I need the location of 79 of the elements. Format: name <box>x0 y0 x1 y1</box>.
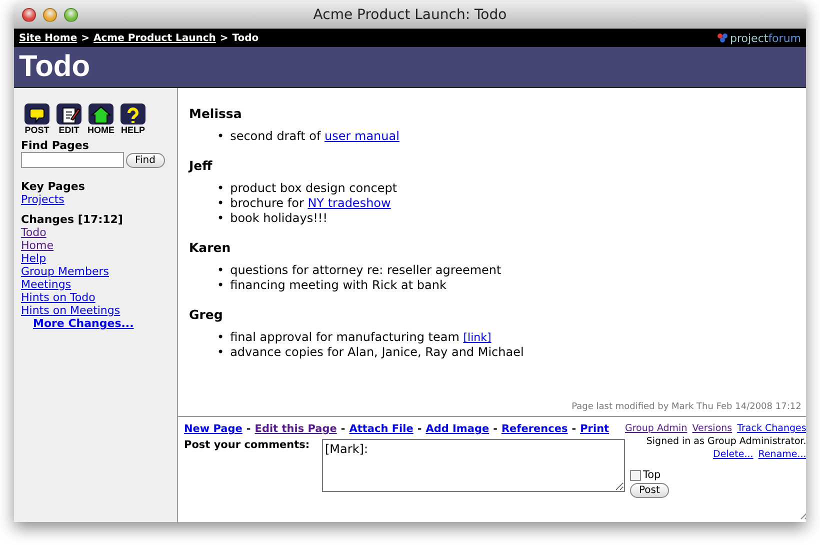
page-link[interactable]: Rename... <box>758 449 806 460</box>
separator-text: - <box>246 423 251 435</box>
link[interactable]: NY tradeshow <box>308 196 391 210</box>
breadcrumb-link[interactable]: Site Home <box>19 32 78 44</box>
person-name: Jeff <box>189 158 214 173</box>
admin-link[interactable]: Group Admin <box>625 423 688 434</box>
link[interactable]: [link] <box>463 331 492 344</box>
bullet: • <box>217 330 224 345</box>
breadcrumb-link[interactable]: Acme Product Launch <box>94 32 216 44</box>
breadcrumb-text: Todo <box>232 32 259 44</box>
bullet: • <box>217 211 224 226</box>
separator-text: - <box>340 423 346 435</box>
zoom-button[interactable] <box>64 8 78 22</box>
sidebar-link[interactable]: Todo <box>21 226 46 239</box>
list-item: questions for attorney re: reseller agreement <box>230 263 502 278</box>
separator-text: - <box>417 423 422 435</box>
section-heading: Find Pages <box>21 139 90 152</box>
top-checkbox[interactable] <box>630 470 641 480</box>
sidebar-link[interactable]: Projects <box>21 193 64 206</box>
comment-field[interactable]: [Mark]: <box>322 439 625 492</box>
bullet: • <box>217 278 224 293</box>
action-link[interactable]: Print <box>580 423 610 435</box>
admin-link[interactable]: Versions <box>692 423 732 434</box>
close-button[interactable] <box>22 8 36 22</box>
section-heading: Key Pages <box>21 180 86 193</box>
window-title: Acme Product Launch: Todo <box>313 7 507 23</box>
list-item: financing meeting with Rick at bank <box>230 278 446 293</box>
bullet: • <box>217 345 224 360</box>
sidebar-link[interactable]: Help <box>21 252 46 265</box>
last-modified-text: Page last modified by Mark Thu Feb 14/2008 17:12 <box>570 402 802 412</box>
search-field[interactable] <box>21 152 124 168</box>
list-item: product box design concept <box>230 181 398 196</box>
toolbar-button[interactable]: EDIT <box>56 103 82 135</box>
person-name: Melissa <box>189 106 243 121</box>
sidebar-link[interactable]: Hints on Meetings <box>21 304 120 317</box>
list-item: brochure for NY tradeshow <box>230 196 391 211</box>
list-item: final approval for manufacturing team [link] <box>230 330 492 345</box>
breadcrumb-text: > <box>220 32 228 44</box>
breadcrumb-text: > <box>81 32 90 44</box>
toolbar-button[interactable]: HELP <box>120 103 146 135</box>
post-icon <box>24 103 50 125</box>
post-button[interactable]: Post <box>630 483 669 498</box>
page-link[interactable]: Delete... <box>713 449 754 460</box>
toolbar-button[interactable]: HOME <box>88 103 114 135</box>
bullet: • <box>217 263 224 278</box>
action-link[interactable]: References <box>501 423 568 435</box>
section-heading: Changes [17:12] <box>21 213 124 226</box>
toolbar-button[interactable]: POST <box>24 103 50 135</box>
action-link[interactable]: Edit this Page <box>254 423 337 435</box>
logo-text: projectforum <box>730 32 801 44</box>
minimize-button[interactable] <box>43 8 57 22</box>
bullet: • <box>217 181 224 196</box>
more-changes-link[interactable]: More Changes... <box>33 317 134 330</box>
person-name: Greg <box>189 307 224 322</box>
bullet: • <box>217 196 224 211</box>
admin-link[interactable]: Track Changes <box>737 423 806 434</box>
separator-text: - <box>493 423 498 435</box>
sidebar-link[interactable]: Group Members <box>21 265 109 278</box>
sidebar-link[interactable]: Meetings <box>21 278 72 291</box>
checkbox-label: Top <box>643 469 661 481</box>
bullet: • <box>217 129 224 144</box>
find-button[interactable]: Find <box>126 152 164 168</box>
person-name: Karen <box>189 240 232 255</box>
help-icon <box>120 103 146 125</box>
edit-icon <box>56 103 82 125</box>
sidebar-link[interactable]: Hints on Todo <box>21 291 96 304</box>
list-item: book holidays!!! <box>230 211 328 226</box>
page-title: Todo <box>19 50 90 84</box>
separator-text: - <box>572 423 576 435</box>
sidebar-link[interactable]: Home <box>21 239 54 252</box>
logo-icon <box>717 33 728 43</box>
link[interactable]: user manual <box>324 129 400 143</box>
comment-label: Post your comments: <box>184 439 311 451</box>
signed-in-text: Signed in as Group Administrator. <box>646 436 806 447</box>
list-item: second draft of user manual <box>230 129 400 144</box>
list-item: advance copies for Alan, Janice, Ray and Michael <box>230 345 524 360</box>
action-link[interactable]: Attach File <box>349 423 414 435</box>
action-link[interactable]: Add Image <box>426 423 490 435</box>
action-link[interactable]: New Page <box>184 423 242 435</box>
